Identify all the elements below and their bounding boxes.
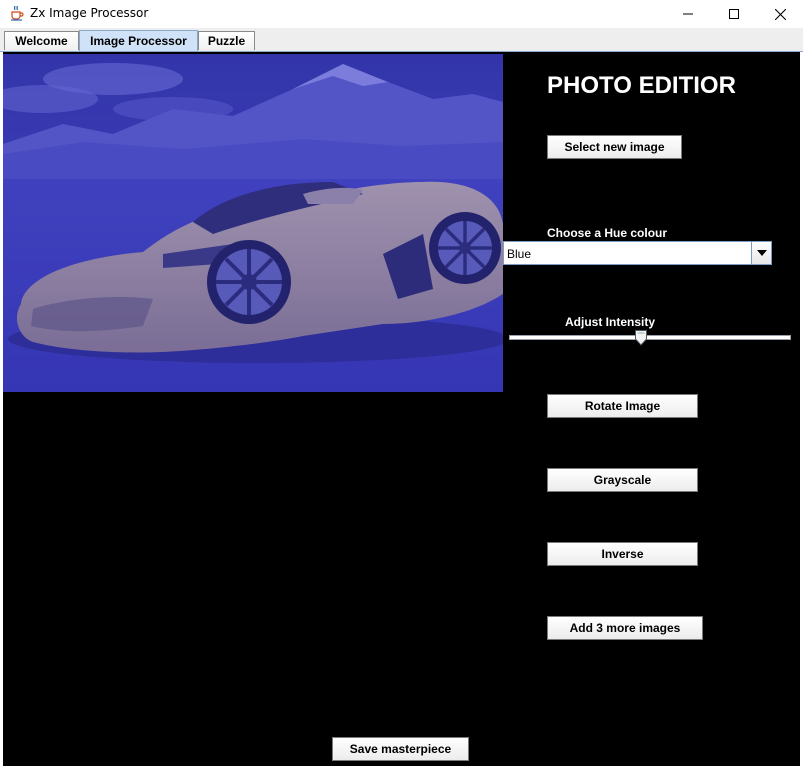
inverse-button[interactable]: Inverse [547,542,698,566]
tab-puzzle[interactable]: Puzzle [198,31,255,50]
hue-selected-value: Blue [507,247,532,261]
maximize-button[interactable] [711,0,757,28]
image-preview [3,54,503,392]
slider-thumb[interactable] [634,330,647,346]
tab-image-processor[interactable]: Image Processor [79,30,198,51]
minimize-icon [683,13,693,15]
tab-strip: Welcome Image Processor Puzzle [0,28,803,52]
intensity-label: Adjust Intensity [565,315,656,329]
tab-welcome[interactable]: Welcome [4,31,79,50]
maximize-icon [729,9,739,19]
window-title: Zx Image Processor [30,6,149,20]
hue-colour-dropdown[interactable]: Blue [503,241,772,265]
title-bar: Zx Image Processor [0,0,803,28]
grayscale-button[interactable]: Grayscale [547,468,698,492]
close-icon [774,8,786,20]
intensity-slider[interactable] [509,328,791,348]
java-cup-icon [9,5,25,21]
slider-track [509,335,791,340]
editor-heading: PHOTO EDITIOR [547,72,736,99]
close-button[interactable] [757,0,803,28]
chevron-down-icon[interactable] [751,242,771,264]
save-masterpiece-button[interactable]: Save masterpiece [332,737,469,761]
image-processor-panel: PHOTO EDITIOR Select new image Choose a … [3,52,800,766]
minimize-button[interactable] [665,0,711,28]
rotate-image-button[interactable]: Rotate Image [547,394,698,418]
hue-label: Choose a Hue colour [547,226,668,240]
add-more-images-button[interactable]: Add 3 more images [547,616,703,640]
select-new-image-button[interactable]: Select new image [547,135,682,159]
